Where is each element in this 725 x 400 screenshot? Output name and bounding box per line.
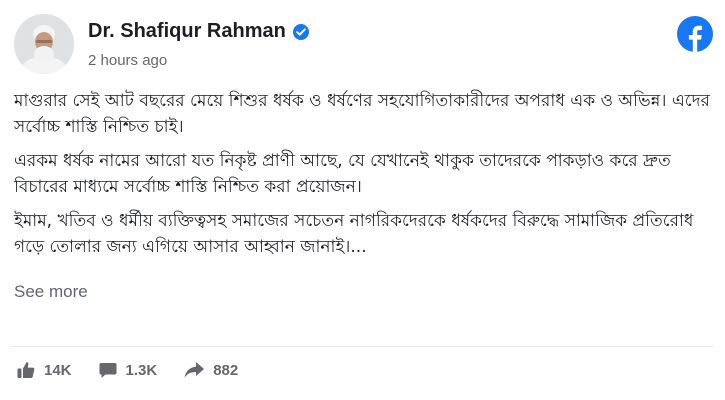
share-arrow-icon [183, 360, 205, 380]
shares-stat[interactable]: 882 [183, 360, 238, 380]
shares-count: 882 [213, 361, 239, 379]
likes-count: 14K [44, 361, 72, 379]
post-text: মাগুরার সেই আট বছরের মেয়ে শিশুর ধর্ষক ও… [14, 88, 714, 268]
comment-bubble-icon [98, 360, 118, 380]
post-timestamp[interactable]: 2 hours ago [88, 52, 167, 69]
author-name[interactable]: Dr. Shafiqur Rahman [88, 20, 286, 43]
verified-badge-icon [292, 23, 310, 41]
thumbs-up-icon [16, 360, 36, 380]
post-paragraph: মাগুরার সেই আট বছরের মেয়ে শিশুর ধর্ষক ও… [14, 91, 710, 137]
avatar-image [14, 14, 74, 74]
comments-count: 1.3K [125, 361, 158, 379]
facebook-logo-icon[interactable] [677, 16, 713, 52]
see-more-link[interactable]: See more [14, 282, 88, 302]
facebook-post: Dr. Shafiqur Rahman 2 hours ago মাগুরার … [0, 0, 725, 400]
comments-stat[interactable]: 1.3K [98, 360, 158, 380]
divider [12, 346, 713, 347]
post-paragraph: এরকম ধর্ষক নামের আরো যত নিকৃষ্ট প্রাণী আ… [14, 151, 671, 197]
post-paragraph: ইমাম, খতিব ও ধর্মীয় ব্যক্তিত্বসহ সমাজের… [14, 211, 694, 257]
author-header: Dr. Shafiqur Rahman [88, 20, 310, 43]
engagement-stats: 14K 1.3K 882 [16, 360, 238, 380]
author-avatar[interactable] [14, 14, 74, 74]
likes-stat[interactable]: 14K [16, 360, 72, 380]
